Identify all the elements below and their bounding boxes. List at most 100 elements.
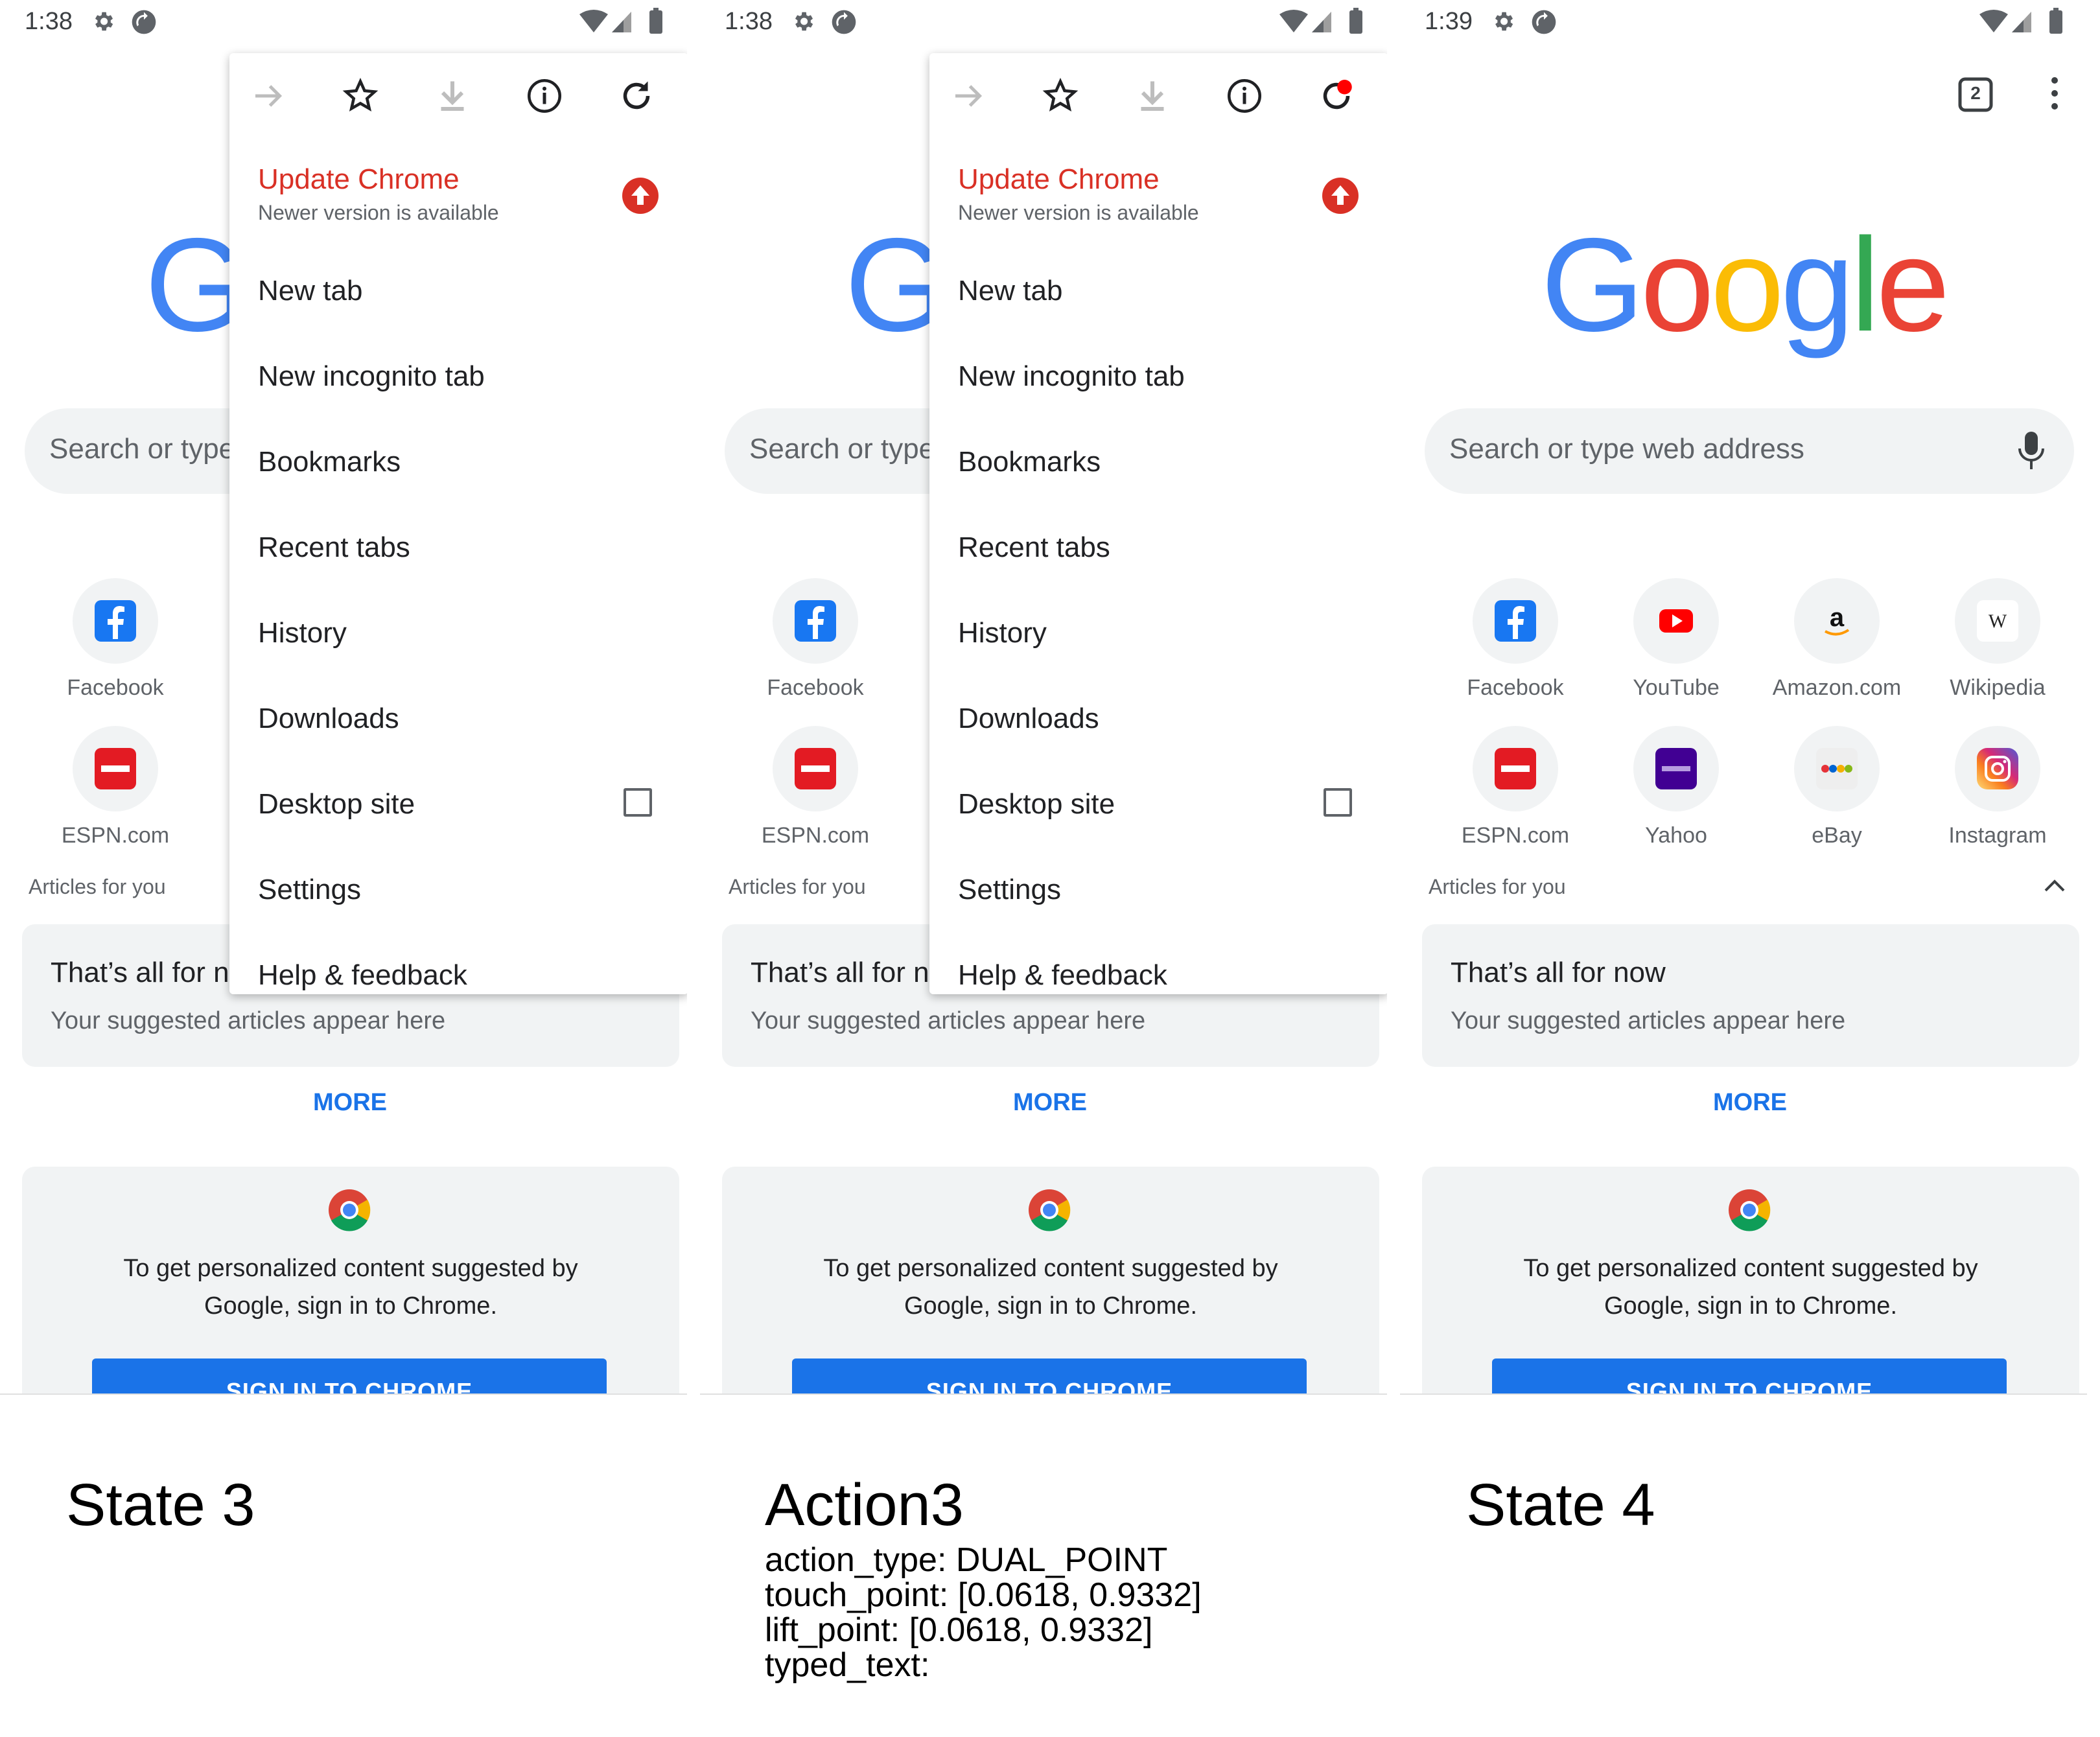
overflow-menu-icon[interactable] (2042, 74, 2068, 113)
tile-facebook[interactable]: Facebook (38, 578, 193, 714)
tile-wikipedia[interactable]: W Wikipedia (1920, 578, 2075, 714)
menu-item-label: Recent tabs (258, 531, 410, 563)
typed-text: typed_text: (765, 1646, 930, 1684)
card-title: That’s all for n (751, 957, 929, 988)
menu-update-chrome[interactable]: Update Chrome Newer version is available (229, 157, 687, 235)
star-bookmark-icon[interactable] (1041, 76, 1080, 115)
menu-item-history[interactable]: History (929, 591, 1387, 677)
tile-yahoo[interactable]: Yahoo (1598, 726, 1754, 862)
tile-label: ESPN.com (1461, 823, 1570, 848)
screenshot-state-3: 1:38 G Search or type Facebook ESPN.com … (0, 0, 687, 1413)
tile-instagram[interactable]: Instagram (1920, 726, 2075, 862)
update-arrow-icon (1322, 178, 1359, 214)
menu-item-new-tab[interactable]: New tab (929, 249, 1387, 334)
youtube-icon (1659, 609, 1693, 633)
search-placeholder: Search or type (49, 433, 235, 465)
tile-amazon[interactable]: a Amazon.com (1759, 578, 1915, 714)
menu-item-history[interactable]: History (229, 591, 687, 677)
card-title: That’s all for n (51, 957, 229, 988)
menu-item-bookmarks[interactable]: Bookmarks (929, 420, 1387, 506)
menu-item-new-tab[interactable]: New tab (229, 249, 687, 334)
menu-item-new-incognito-tab[interactable]: New incognito tab (929, 334, 1387, 420)
more-link[interactable]: MORE (700, 1089, 1387, 1117)
instagram-icon (1977, 748, 2018, 789)
tile-youtube[interactable]: YouTube (1598, 578, 1754, 714)
star-bookmark-icon[interactable] (341, 76, 380, 115)
info-icon[interactable] (525, 76, 564, 115)
espn-icon (795, 748, 836, 789)
settings-gear-icon (95, 12, 113, 31)
wikipedia-icon: W (1977, 600, 2018, 642)
forward-arrow-icon[interactable] (249, 76, 288, 115)
menu-item-label: Help & feedback (258, 959, 467, 991)
menu-item-settings[interactable]: Settings (929, 848, 1387, 933)
menu-item-recent-tabs[interactable]: Recent tabs (229, 506, 687, 591)
menu-item-desktop-site[interactable]: Desktop site (929, 762, 1387, 848)
tile-label: Facebook (67, 675, 164, 700)
menu-item-label: New incognito tab (258, 360, 485, 392)
menu-item-downloads[interactable]: Downloads (929, 677, 1387, 762)
logo-letter: e (1876, 211, 1950, 359)
logo-letter: o (1640, 211, 1714, 359)
more-link[interactable]: MORE (1400, 1089, 2087, 1117)
tile-facebook[interactable]: Facebook (1438, 578, 1593, 714)
chrome-logo-icon (1029, 1189, 1071, 1231)
caption-state-3: State 3 (66, 1472, 255, 1538)
sync-icon (1532, 10, 1556, 34)
update-title: Update Chrome (958, 163, 1160, 195)
espn-icon (95, 748, 136, 789)
download-icon[interactable] (433, 76, 472, 115)
tile-espn[interactable]: ESPN.com (38, 726, 193, 862)
signin-promo-card: To get personalized content suggested by… (722, 1167, 1379, 1413)
forward-arrow-icon[interactable] (949, 76, 988, 115)
chrome-logo-icon (329, 1189, 371, 1231)
desktop-site-checkbox[interactable] (624, 788, 652, 817)
chrome-logo-icon (1729, 1189, 1771, 1231)
tile-label: ESPN.com (61, 823, 170, 848)
articles-header: Articles for you (1429, 875, 1566, 898)
menu-update-chrome[interactable]: Update Chrome Newer version is available (929, 157, 1387, 235)
menu-item-label: New incognito tab (958, 360, 1185, 392)
reload-icon-with-tap-marker[interactable] (1317, 76, 1356, 115)
menu-item-label: New tab (258, 275, 363, 307)
articles-card: That’s all for now Your suggested articl… (1422, 924, 2079, 1067)
more-link[interactable]: MORE (0, 1089, 687, 1117)
menu-item-label: Desktop site (958, 788, 1115, 820)
menu-item-recent-tabs[interactable]: Recent tabs (929, 506, 1387, 591)
logo-letter: g (1780, 211, 1854, 359)
search-box[interactable]: Search or type web address (1425, 408, 2074, 494)
tile-espn[interactable]: ESPN.com (1438, 726, 1593, 862)
menu-item-label: Bookmarks (258, 446, 401, 478)
desktop-site-checkbox[interactable] (1324, 788, 1352, 817)
sync-icon (832, 10, 856, 34)
signin-line-2: Google, sign in to Chrome. (904, 1292, 1197, 1320)
menu-item-new-incognito-tab[interactable]: New incognito tab (229, 334, 687, 420)
sync-icon (132, 10, 156, 34)
menu-item-help-feedback[interactable]: Help & feedback (229, 933, 687, 994)
tile-espn[interactable]: ESPN.com (738, 726, 893, 862)
chevron-up-icon[interactable] (2042, 875, 2068, 894)
menu-item-help-feedback[interactable]: Help & feedback (929, 933, 1387, 994)
card-title: That’s all for now (1451, 957, 1666, 988)
microphone-icon[interactable] (2017, 430, 2046, 472)
menu-item-bookmarks[interactable]: Bookmarks (229, 420, 687, 506)
tile-ebay[interactable]: eBay (1759, 726, 1915, 862)
info-icon[interactable] (1225, 76, 1264, 115)
update-arrow-icon (622, 178, 659, 214)
status-time: 1:38 (725, 8, 773, 35)
signin-line-1: To get personalized content suggested by (1523, 1255, 1978, 1282)
tile-facebook[interactable]: Facebook (738, 578, 893, 714)
action-type: action_type: DUAL_POINT (765, 1541, 1168, 1579)
search-placeholder: Search or type web address (1449, 433, 1804, 465)
touch-point: touch_point: [0.0618, 0.9332] (765, 1576, 1202, 1614)
caption-state-4: State 4 (1466, 1472, 1655, 1538)
menu-item-desktop-site[interactable]: Desktop site (229, 762, 687, 848)
android-nav-bar (0, 1393, 687, 1413)
menu-item-settings[interactable]: Settings (229, 848, 687, 933)
signin-message: To get personalized content suggested by… (22, 1250, 679, 1325)
menu-item-label: Recent tabs (958, 531, 1110, 563)
settings-gear-icon (795, 12, 813, 31)
download-icon[interactable] (1133, 76, 1172, 115)
reload-icon[interactable] (617, 76, 656, 115)
menu-item-downloads[interactable]: Downloads (229, 677, 687, 762)
